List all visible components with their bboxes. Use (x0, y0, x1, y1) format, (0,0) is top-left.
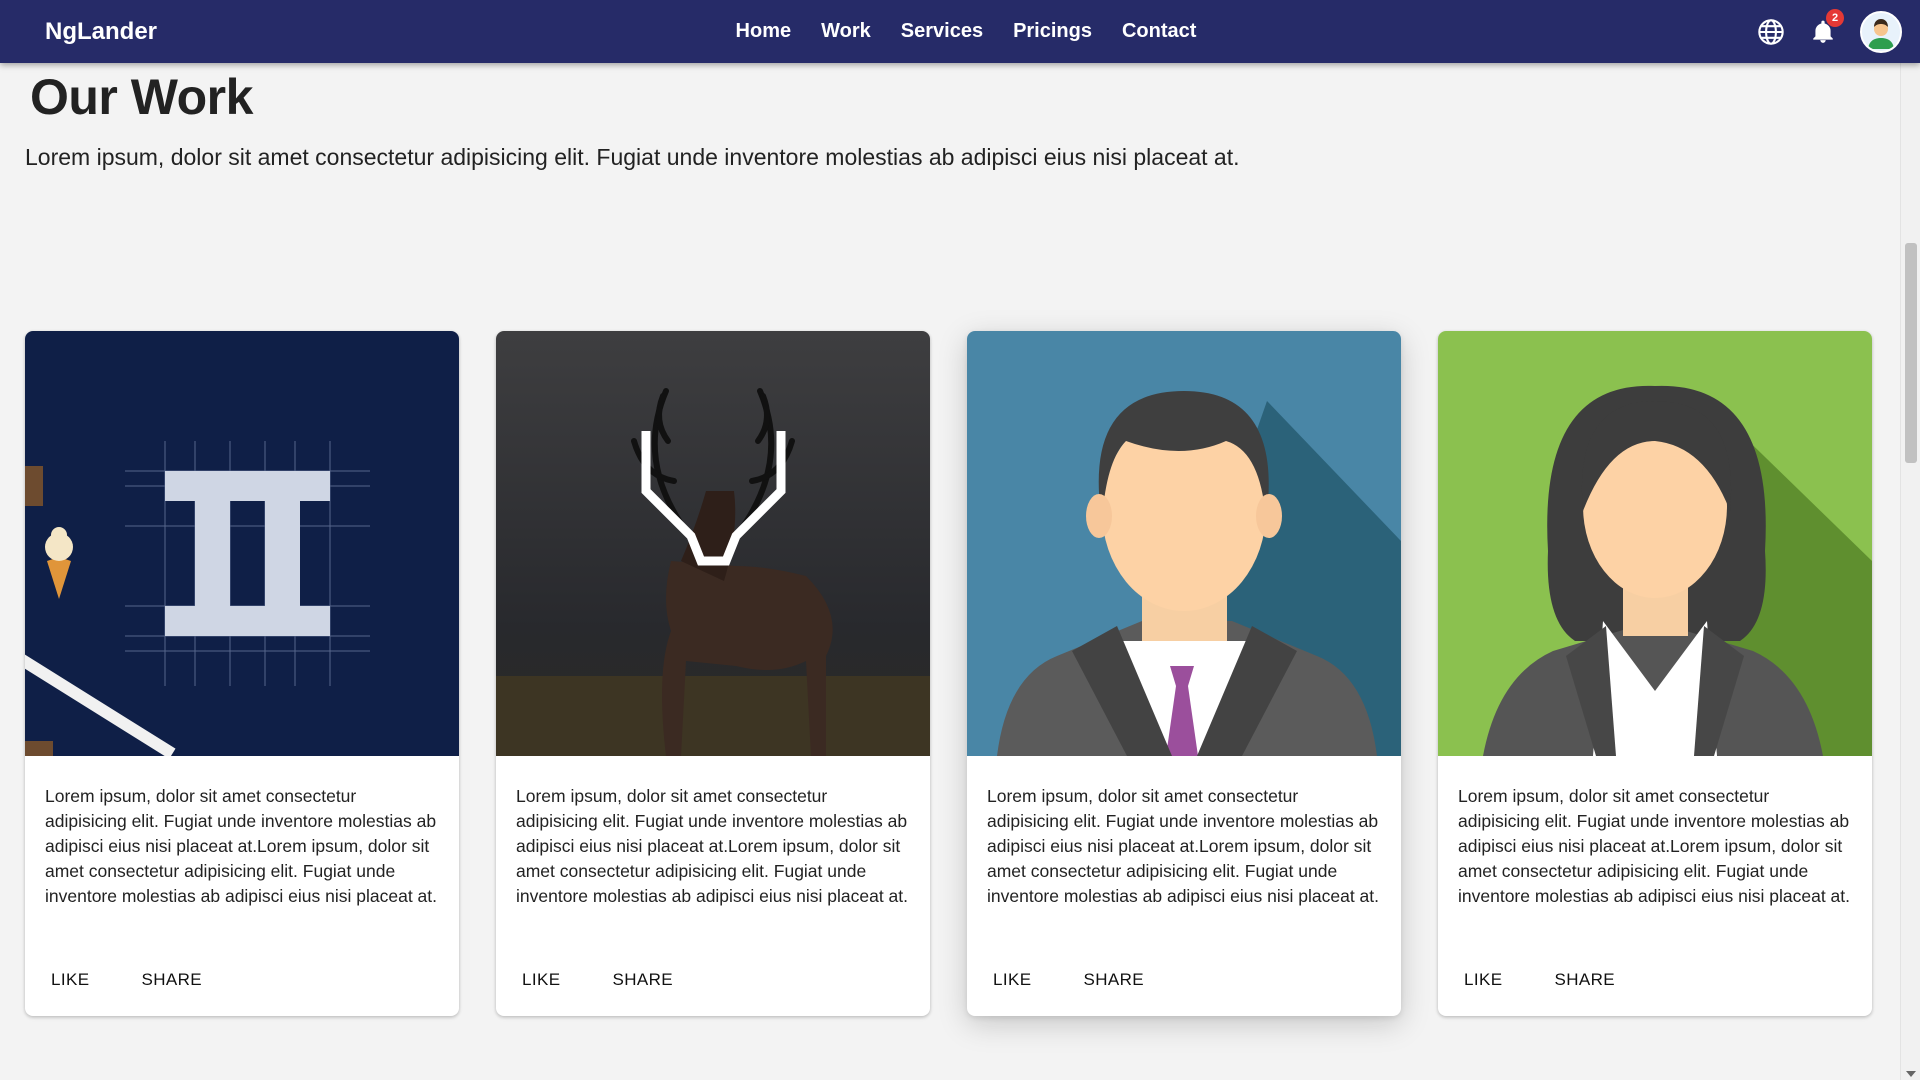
share-button[interactable]: SHARE (1538, 962, 1631, 998)
scrollbar-thumb[interactable] (1905, 243, 1917, 463)
like-button[interactable]: LIKE (506, 962, 576, 998)
card-text: Lorem ipsum, dolor sit amet consectetur … (1458, 786, 1851, 906)
card-actions: LIKE SHARE (506, 962, 689, 998)
like-button[interactable]: LIKE (977, 962, 1047, 998)
card-text: Lorem ipsum, dolor sit amet consectetur … (987, 786, 1380, 906)
card-actions: LIKE SHARE (35, 962, 218, 998)
work-card: Lorem ipsum, dolor sit amet consectetur … (25, 331, 459, 1016)
nav-link-work[interactable]: Work (806, 0, 886, 63)
typography-logo-image (25, 331, 459, 756)
work-cards: Lorem ipsum, dolor sit amet consectetur … (25, 331, 1872, 1016)
scroll-down-arrow[interactable] (1906, 1071, 1916, 1077)
vertical-scrollbar[interactable] (1900, 63, 1920, 1080)
main-nav: Home Work Services Pricings Contact (0, 0, 1920, 63)
card-text: Lorem ipsum, dolor sit amet consectetur … (45, 786, 438, 906)
deer-logo-image (496, 331, 930, 756)
page-title: Our Work (30, 69, 253, 125)
page-description: Lorem ipsum, dolor sit amet consectetur … (25, 144, 1240, 170)
businessman-avatar-image (967, 331, 1401, 756)
share-button[interactable]: SHARE (125, 962, 218, 998)
share-button[interactable]: SHARE (1067, 962, 1160, 998)
our-work-section: Our Work Lorem ipsum, dolor sit amet con… (25, 63, 1885, 1016)
work-card: Lorem ipsum, dolor sit amet consectetur … (1438, 331, 1872, 1016)
top-navbar: NgLander Home Work Services Pricings Con… (0, 0, 1920, 63)
card-text: Lorem ipsum, dolor sit amet consectetur … (516, 786, 909, 906)
work-card: Lorem ipsum, dolor sit amet consectetur … (496, 331, 930, 1016)
nav-link-pricings[interactable]: Pricings (998, 0, 1107, 63)
notification-badge: 2 (1826, 8, 1844, 27)
nav-link-home[interactable]: Home (721, 0, 807, 63)
nav-link-services[interactable]: Services (886, 0, 998, 63)
avatar[interactable] (1860, 10, 1902, 53)
header-actions: 2 (1756, 0, 1902, 63)
like-button[interactable]: LIKE (35, 962, 105, 998)
businesswoman-avatar-image (1438, 331, 1872, 756)
card-actions: LIKE SHARE (977, 962, 1160, 998)
like-button[interactable]: LIKE (1448, 962, 1518, 998)
share-button[interactable]: SHARE (596, 962, 689, 998)
globe-icon[interactable] (1756, 17, 1786, 47)
card-actions: LIKE SHARE (1448, 962, 1631, 998)
bell-icon[interactable]: 2 (1808, 8, 1844, 47)
nav-link-contact[interactable]: Contact (1107, 0, 1211, 63)
work-card: Lorem ipsum, dolor sit amet consectetur … (967, 331, 1401, 1016)
